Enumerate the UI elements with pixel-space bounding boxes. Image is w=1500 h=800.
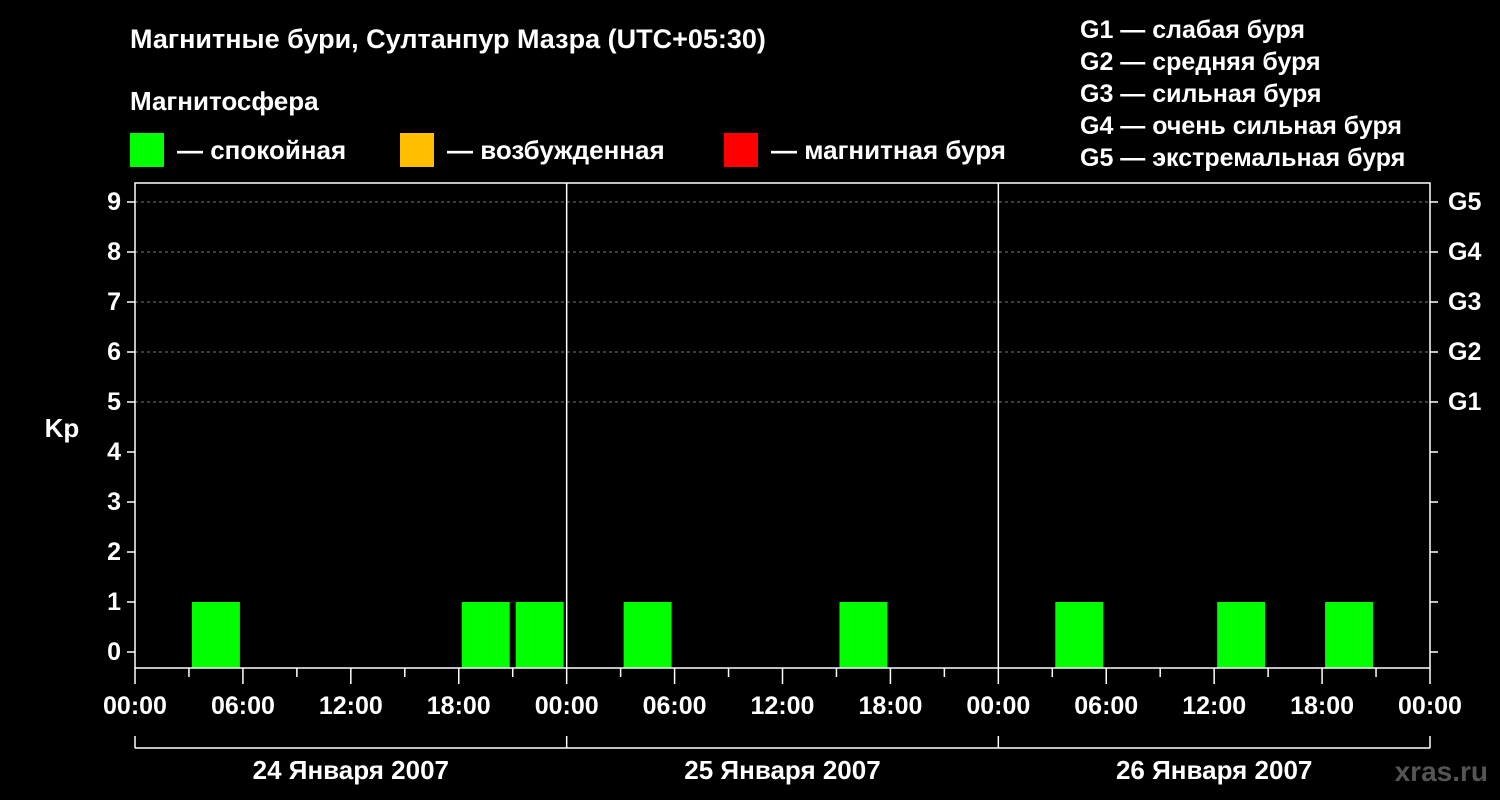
x-tick-label-12: 00:00 (1398, 692, 1462, 720)
g-level-label-g4: G4 (1448, 238, 1481, 266)
g-level-label-g3: G3 (1448, 288, 1481, 316)
g-level-label-g1: G1 (1448, 388, 1481, 416)
day-label-2: 26 Января 2007 (1116, 755, 1312, 785)
x-tick-label-6: 12:00 (751, 692, 815, 720)
x-tick-label-0: 00:00 (103, 692, 167, 720)
y-tick-label-8: 8 (107, 238, 121, 266)
x-tick-label-4: 00:00 (535, 692, 599, 720)
g-level-label-g2: G2 (1448, 338, 1481, 366)
x-tick-label-10: 12:00 (1182, 692, 1246, 720)
kp-bar-1 (461, 602, 510, 668)
x-tick-label-2: 12:00 (319, 692, 383, 720)
y-axis-label: Kp (45, 413, 80, 443)
kp-bar-2 (515, 602, 564, 668)
day-label-0: 24 Января 2007 (253, 755, 449, 785)
day-label-1: 25 Января 2007 (684, 755, 880, 785)
y-tick-label-2: 2 (107, 538, 121, 566)
x-tick-label-1: 06:00 (211, 692, 275, 720)
y-tick-label-1: 1 (107, 588, 121, 616)
x-tick-label-8: 00:00 (966, 692, 1030, 720)
watermark: xras.ru (1394, 756, 1488, 787)
y-tick-label-3: 3 (107, 488, 121, 516)
y-tick-label-6: 6 (107, 338, 121, 366)
g-level-label-g5: G5 (1448, 188, 1481, 216)
y-tick-label-5: 5 (107, 388, 121, 416)
kp-bar-7 (1325, 602, 1374, 668)
x-tick-label-3: 18:00 (427, 692, 491, 720)
x-tick-label-9: 06:00 (1074, 692, 1138, 720)
y-tick-label-0: 0 (107, 638, 121, 666)
x-tick-label-5: 06:00 (643, 692, 707, 720)
kp-bar-0 (191, 602, 240, 668)
plot-frame (134, 182, 1431, 669)
kp-bar-5 (1055, 602, 1104, 668)
kp-bar-4 (839, 602, 888, 668)
x-tick-label-11: 18:00 (1290, 692, 1354, 720)
y-tick-label-4: 4 (107, 438, 121, 466)
x-tick-label-7: 18:00 (858, 692, 922, 720)
y-tick-label-9: 9 (107, 188, 121, 216)
kp-bar-3 (623, 602, 672, 668)
y-tick-label-7: 7 (107, 288, 121, 316)
kp-chart: 0 1 2 3 4 5 6 7 8 9 G1 G2 G3 G4 G5 Kp 00:00 06:00 12:00 18:… (45, 182, 1481, 785)
kp-bar-6 (1217, 602, 1266, 668)
